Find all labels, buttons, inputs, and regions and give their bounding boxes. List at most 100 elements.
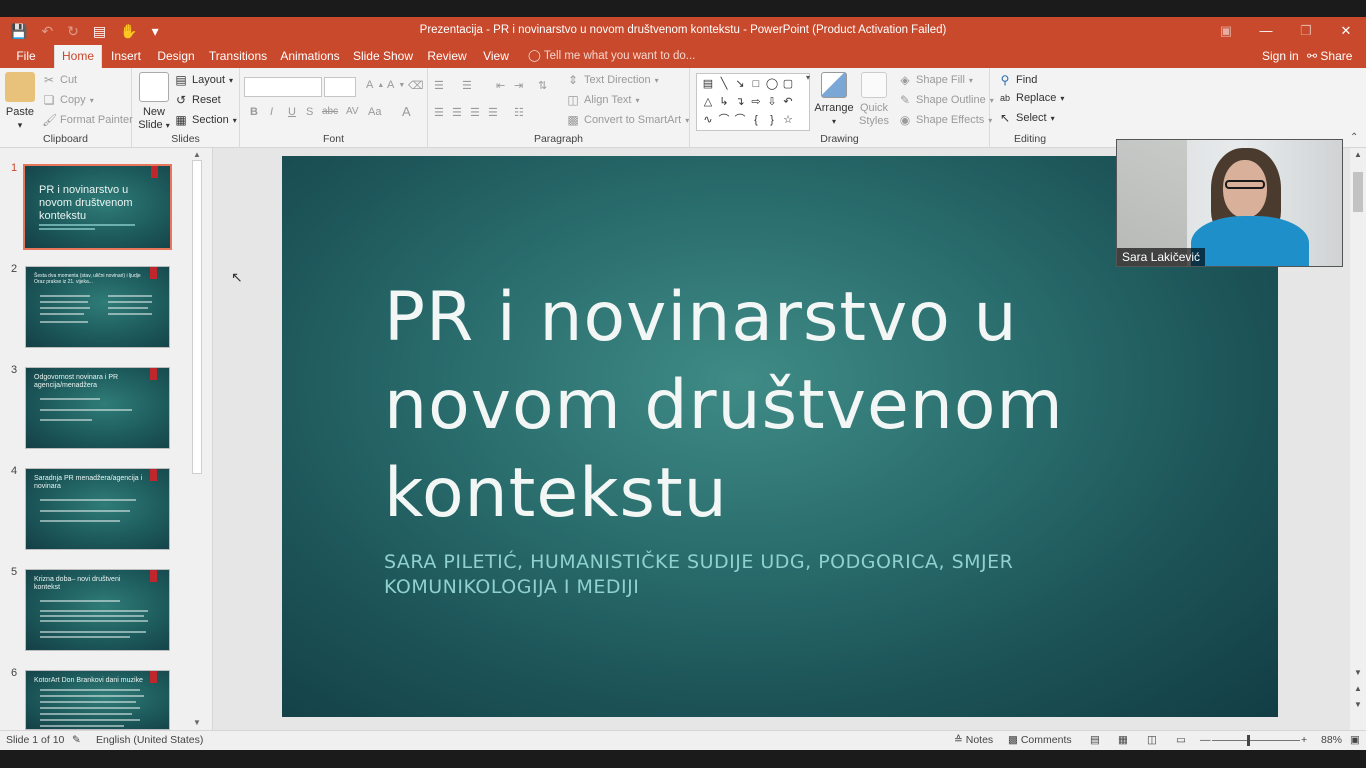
triangle-shape-icon[interactable]: △: [700, 93, 716, 111]
zoom-slider-knob[interactable]: [1247, 735, 1250, 746]
tab-home[interactable]: Home: [54, 45, 102, 68]
left-brace-icon[interactable]: {: [748, 111, 764, 129]
align-text-button[interactable]: ◫ Align Text ▾: [566, 93, 639, 107]
video-call-tile[interactable]: Sara Lakičević: [1116, 139, 1343, 267]
curved-connector-icon[interactable]: ↴: [732, 93, 748, 111]
change-case-button[interactable]: Aa: [368, 106, 381, 118]
replace-button[interactable]: ab Replace ▾: [998, 92, 1064, 104]
slide-sorter-icon[interactable]: ▦: [1118, 734, 1128, 746]
paste-button[interactable]: Paste ▾: [4, 72, 36, 132]
select-button[interactable]: ↖ Select ▾: [998, 111, 1055, 125]
decrease-indent-icon[interactable]: ⇤: [496, 79, 505, 92]
slide-thumbnail-1[interactable]: PR i novinarstvo u novom društvenom kont…: [23, 164, 172, 250]
slide-title[interactable]: PR i novinarstvo u novom društvenom kont…: [384, 274, 1144, 538]
reading-view-icon[interactable]: ◫: [1147, 734, 1157, 746]
tab-review[interactable]: Review: [426, 45, 468, 68]
next-slide-icon[interactable]: ▼: [1350, 700, 1366, 709]
tab-design[interactable]: Design: [155, 45, 197, 68]
align-left-icon[interactable]: ☰: [434, 106, 444, 119]
text-direction-button[interactable]: ⇕ Text Direction ▾: [566, 73, 659, 87]
shapes-more-icon[interactable]: ▾: [806, 73, 810, 82]
underline-button[interactable]: U: [288, 106, 296, 118]
scroll-up-icon[interactable]: ▲: [190, 150, 204, 159]
zoom-level[interactable]: 88%: [1321, 734, 1342, 746]
strikethrough-button[interactable]: abc: [322, 106, 338, 117]
tab-slide-show[interactable]: Slide Show: [352, 45, 414, 68]
align-right-icon[interactable]: ☰: [470, 106, 480, 119]
numbering-icon[interactable]: ☰: [462, 79, 472, 92]
arc-shape-icon[interactable]: ⌒: [716, 111, 732, 129]
convert-smartart-button[interactable]: ▩ Convert to SmartArt ▾: [566, 113, 689, 127]
scroll-up-icon[interactable]: ▲: [1350, 150, 1366, 159]
scroll-down-icon[interactable]: ▼: [190, 718, 204, 727]
normal-view-icon[interactable]: ▤: [1090, 734, 1100, 746]
columns-icon[interactable]: ☷: [514, 106, 524, 119]
minimize-icon[interactable]: —: [1246, 17, 1286, 45]
star-shape-icon[interactable]: ☆: [780, 111, 796, 129]
slide-scrollbar[interactable]: ▲ ▼ ▲ ▼: [1350, 148, 1366, 730]
character-spacing-button[interactable]: AV: [346, 106, 359, 117]
shapes-gallery[interactable]: ▤ ╲ ↘ □ ◯ ▢ △ ↳ ↴ ⇨ ⇩ ↶ ∿ ⌒ ⌒ { } ☆: [696, 73, 810, 131]
fit-to-window-icon[interactable]: ▣: [1350, 734, 1360, 746]
tab-transitions[interactable]: Transitions: [206, 45, 270, 68]
slide-subtitle[interactable]: SARA PILETIĆ, HUMANISTIČKE SUDIJE UDG, P…: [384, 550, 1084, 600]
thumbnail-scrollbar[interactable]: ▲ ▼: [190, 148, 204, 730]
right-arrow-shape-icon[interactable]: ⇨: [748, 93, 764, 111]
shape-outline-button[interactable]: ✎ Shape Outline ▾: [898, 93, 994, 107]
down-arrow-shape-icon[interactable]: ⇩: [764, 93, 780, 111]
font-name-input[interactable]: [244, 77, 322, 97]
format-painter-button[interactable]: 🖌 Format Painter: [42, 113, 133, 127]
zoom-out-icon[interactable]: —: [1200, 734, 1211, 746]
line-shape-icon[interactable]: ╲: [716, 75, 732, 93]
arrange-button[interactable]: Arrange ▾: [814, 72, 854, 128]
clear-formatting-icon[interactable]: ⌫: [408, 79, 424, 92]
scrollbar-thumb[interactable]: [1353, 172, 1363, 212]
slide-thumbnail-5[interactable]: Krizna doba– novi društveni kontekst: [25, 569, 170, 651]
previous-slide-icon[interactable]: ▲: [1350, 684, 1366, 693]
layout-button[interactable]: ▤ Layout ▾: [174, 73, 233, 87]
new-slide-button[interactable]: New Slide ▾: [138, 72, 170, 132]
share-button[interactable]: ⚯ Share: [1307, 45, 1352, 68]
ribbon-display-options-icon[interactable]: ▣: [1206, 17, 1246, 45]
justify-icon[interactable]: ☰: [488, 106, 498, 119]
slide-thumbnail-2[interactable]: Šesta dva momenta (stav, ulični novinari…: [25, 266, 170, 348]
shrink-font-button[interactable]: A ▼: [387, 79, 405, 91]
rectangle-shape-icon[interactable]: □: [748, 75, 764, 93]
rounded-rect-shape-icon[interactable]: ▢: [780, 75, 796, 93]
italic-button[interactable]: I: [270, 106, 273, 118]
slideshow-view-icon[interactable]: ▭: [1176, 734, 1186, 746]
notes-button[interactable]: ≙ Notes: [954, 734, 993, 746]
tab-animations[interactable]: Animations: [280, 45, 340, 68]
oval-shape-icon[interactable]: ◯: [764, 75, 780, 93]
tab-view[interactable]: View: [480, 45, 512, 68]
bullets-icon[interactable]: ☰: [434, 79, 444, 92]
slide-thumbnail-6[interactable]: KotorArt Don Brankovi dani muzike: [25, 670, 170, 730]
zoom-slider-track[interactable]: [1212, 740, 1300, 741]
curve-shape-icon[interactable]: ↶: [780, 93, 796, 111]
font-color-button[interactable]: A: [402, 104, 411, 119]
section-button[interactable]: ▦ Section ▾: [174, 113, 236, 127]
font-size-input[interactable]: [324, 77, 356, 97]
cut-button[interactable]: ✂ Cut: [42, 73, 77, 87]
tell-me-search[interactable]: ◯ Tell me what you want to do...: [528, 45, 695, 68]
align-center-icon[interactable]: ☰: [452, 106, 462, 119]
arc2-shape-icon[interactable]: ⌒: [732, 111, 748, 129]
copy-button[interactable]: ❏ Copy ▾: [42, 93, 94, 107]
sign-in-link[interactable]: Sign in: [1262, 45, 1299, 68]
right-brace-icon[interactable]: }: [764, 111, 780, 129]
restore-icon[interactable]: ❐: [1286, 17, 1326, 45]
freeform-shape-icon[interactable]: ∿: [700, 111, 716, 129]
slide-thumbnail-3[interactable]: Odgovornost novinara i PR agencija/menad…: [25, 367, 170, 449]
line-spacing-icon[interactable]: ⇅: [538, 79, 547, 92]
bold-button[interactable]: B: [250, 106, 258, 118]
find-button[interactable]: ⚲ Find: [998, 73, 1038, 87]
textbox-shape-icon[interactable]: ▤: [700, 75, 716, 93]
zoom-in-icon[interactable]: +: [1301, 734, 1307, 746]
shadow-button[interactable]: S: [306, 106, 313, 118]
comments-button[interactable]: ▩ Comments: [1008, 734, 1072, 746]
increase-indent-icon[interactable]: ⇥: [514, 79, 523, 92]
shape-effects-button[interactable]: ◉ Shape Effects ▾: [898, 113, 993, 127]
reset-button[interactable]: ↺ Reset: [174, 93, 221, 107]
tab-file[interactable]: File: [10, 45, 42, 68]
language-indicator[interactable]: English (United States): [96, 734, 203, 746]
